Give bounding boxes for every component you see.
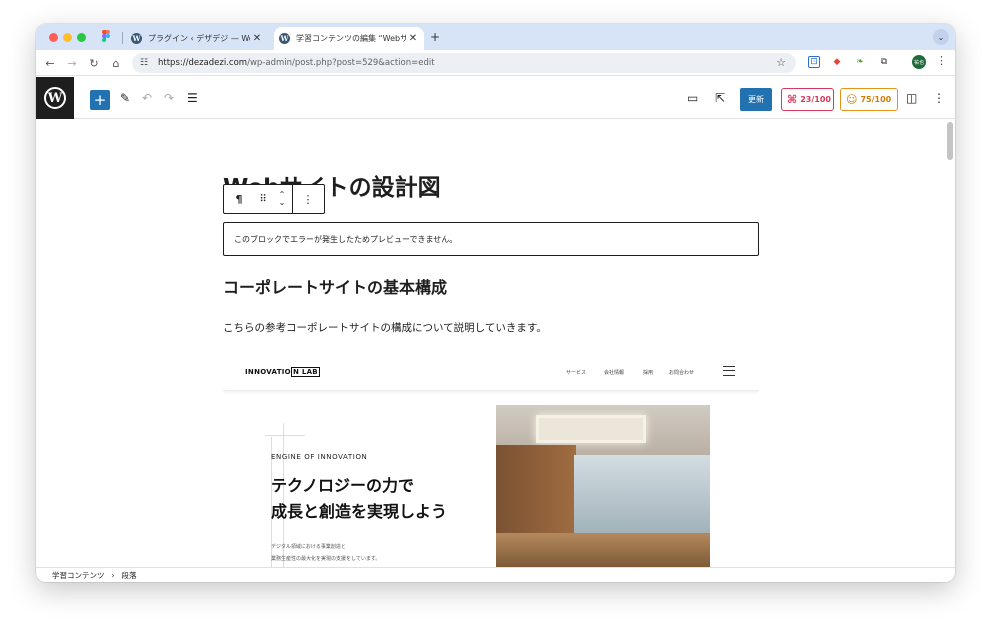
tab-search-icon[interactable]: ⌄ — [933, 29, 949, 45]
mockup-eyebrow: ENGINE OF INNOVATION — [271, 453, 368, 461]
address-bar[interactable]: ☷ https://dezadezi.com/wp-admin/post.php… — [132, 53, 796, 73]
back-icon[interactable]: ← — [42, 55, 58, 71]
close-window-button[interactable] — [49, 33, 58, 42]
paragraph-icon[interactable]: ¶ — [224, 185, 254, 213]
wordpress-icon: W — [279, 33, 290, 44]
figma-pinned-tab-icon[interactable] — [102, 30, 111, 44]
reload-icon[interactable]: ↻ — [86, 55, 102, 71]
seo-score-button[interactable]: ⌘ 23/100 — [781, 88, 834, 111]
wordpress-logo[interactable]: W — [36, 77, 74, 119]
tab-plugins[interactable]: W プラグイン ‹ デザデジ — WordPress ✕ — [126, 27, 268, 50]
preview-device-icon[interactable]: ▭ — [687, 91, 698, 105]
breadcrumb-item-paragraph[interactable]: 段落 — [122, 570, 137, 581]
readability-icon: ☺ — [846, 93, 858, 106]
edit-tools-icon[interactable]: ✎ — [120, 91, 130, 105]
minimize-window-button[interactable] — [63, 33, 72, 42]
url-text[interactable]: https://dezadezi.com/wp-admin/post.php?p… — [158, 58, 435, 68]
mockup-header: INNOVATIO N LAB サービス 会社情報 採用 お問合わせ — [223, 353, 759, 391]
browser-toolbar: ← → ↻ ⌂ ☷ https://dezadezi.com/wp-admin/… — [36, 50, 955, 76]
reference-site-image[interactable]: INNOVATIO N LAB サービス 会社情報 採用 お問合わせ ENGINE… — [223, 353, 759, 567]
site-settings-icon[interactable]: ☷ — [140, 58, 152, 68]
block-breadcrumb: 学習コンテンツ › 段落 — [36, 567, 955, 582]
mockup-headline: テクノロジーの力で 成長と創造を実現しよう — [271, 476, 448, 521]
home-icon[interactable]: ⌂ — [108, 55, 124, 71]
new-tab-button[interactable]: + — [430, 30, 440, 44]
wordpress-icon: W — [131, 33, 142, 44]
hamburger-icon — [723, 366, 735, 376]
block-toolbar: ¶ ⠿ ⌃ ⌄ ⋮ — [223, 184, 325, 214]
block-options-icon[interactable]: ⋮ — [293, 185, 323, 213]
browser-menu-icon[interactable]: ⋮ — [936, 54, 947, 67]
seo-score-value: 23/100 — [800, 95, 831, 104]
extensions-puzzle-icon[interactable]: ⧉ — [878, 56, 890, 68]
settings-sidebar-icon[interactable]: ◫ — [906, 91, 917, 105]
breadcrumb-item-document[interactable]: 学習コンテンツ — [52, 570, 105, 581]
tab-strip: W プラグイン ‹ デザデジ — WordPress ✕ W 学習コンテンツの編… — [36, 24, 955, 50]
tab-edit-content[interactable]: W 学習コンテンツの編集 “Webサイトの設計図” ✕ — [274, 27, 424, 50]
add-block-button[interactable]: + — [90, 90, 110, 110]
readability-score-button[interactable]: ☺ 75/100 — [840, 88, 898, 111]
seo-icon: ⌘ — [787, 93, 798, 106]
extension-screenshot-icon[interactable]: ⊡ — [808, 56, 820, 68]
tab-title: プラグイン ‹ デザデジ — WordPress — [148, 34, 250, 43]
forward-icon[interactable]: → — [64, 55, 80, 71]
readability-score-value: 75/100 — [860, 95, 892, 104]
redo-icon[interactable]: ↷ — [164, 91, 174, 105]
bookmark-star-icon[interactable]: ☆ — [776, 56, 786, 69]
maximize-window-button[interactable] — [77, 33, 86, 42]
tab-separator — [122, 32, 123, 44]
browser-window: W プラグイン ‹ デザデジ — WordPress ✕ W 学習コンテンツの編… — [36, 24, 955, 582]
editor-canvas: Webサイトの設計図 ¶ ⠿ ⌃ ⌄ ⋮ このブロックでエラーが発生したためプレビ… — [36, 120, 955, 567]
paragraph-block[interactable]: こちらの参考コーポレートサイトの構成について説明していきます。 — [223, 320, 547, 335]
move-block-icon[interactable]: ⌃ ⌄ — [272, 185, 292, 213]
decorative-line — [265, 435, 305, 436]
tab-title: 学習コンテンツの編集 “Webサイトの設計図” — [296, 34, 406, 43]
scrollbar[interactable] — [947, 122, 953, 160]
editor-header: W + ✎ ↶ ↷ ☰ ▭ ⇱ 更新 ⌘ 23/100 ☺ 75/100 ◫ ⋮ — [36, 77, 955, 119]
breadcrumb-separator: › — [111, 570, 115, 580]
mockup-menu-item: お問合わせ — [669, 370, 695, 376]
mockup-menu-item: 採用 — [643, 370, 654, 376]
undo-icon[interactable]: ↶ — [142, 91, 152, 105]
view-post-icon[interactable]: ⇱ — [715, 91, 725, 105]
section-heading[interactable]: コーポレートサイトの基本構成 — [223, 274, 447, 298]
block-error-message[interactable]: このブロックでエラーが発生したためプレビューできません。 — [223, 222, 759, 256]
mockup-menu-item: サービス — [566, 370, 587, 376]
update-button[interactable]: 更新 — [740, 88, 772, 111]
close-icon[interactable]: ✕ — [250, 33, 264, 44]
drag-handle-icon[interactable]: ⠿ — [254, 185, 272, 213]
mockup-subtext: デジタル領域における事業創造と 業務生産性の最大化を実現の支援をしています。 — [271, 544, 381, 562]
document-overview-icon[interactable]: ☰ — [187, 91, 198, 105]
options-menu-icon[interactable]: ⋮ — [933, 91, 945, 105]
extension-color-icon[interactable]: ◆ — [831, 56, 843, 68]
extension-leaf-icon[interactable]: ❧ — [854, 56, 866, 68]
mockup-logo: INNOVATIO N LAB — [245, 367, 320, 377]
avatar[interactable]: 祐也 — [912, 55, 926, 69]
close-icon[interactable]: ✕ — [406, 33, 420, 44]
mockup-menu-item: 会社情報 — [604, 370, 625, 376]
office-photo — [496, 405, 710, 567]
